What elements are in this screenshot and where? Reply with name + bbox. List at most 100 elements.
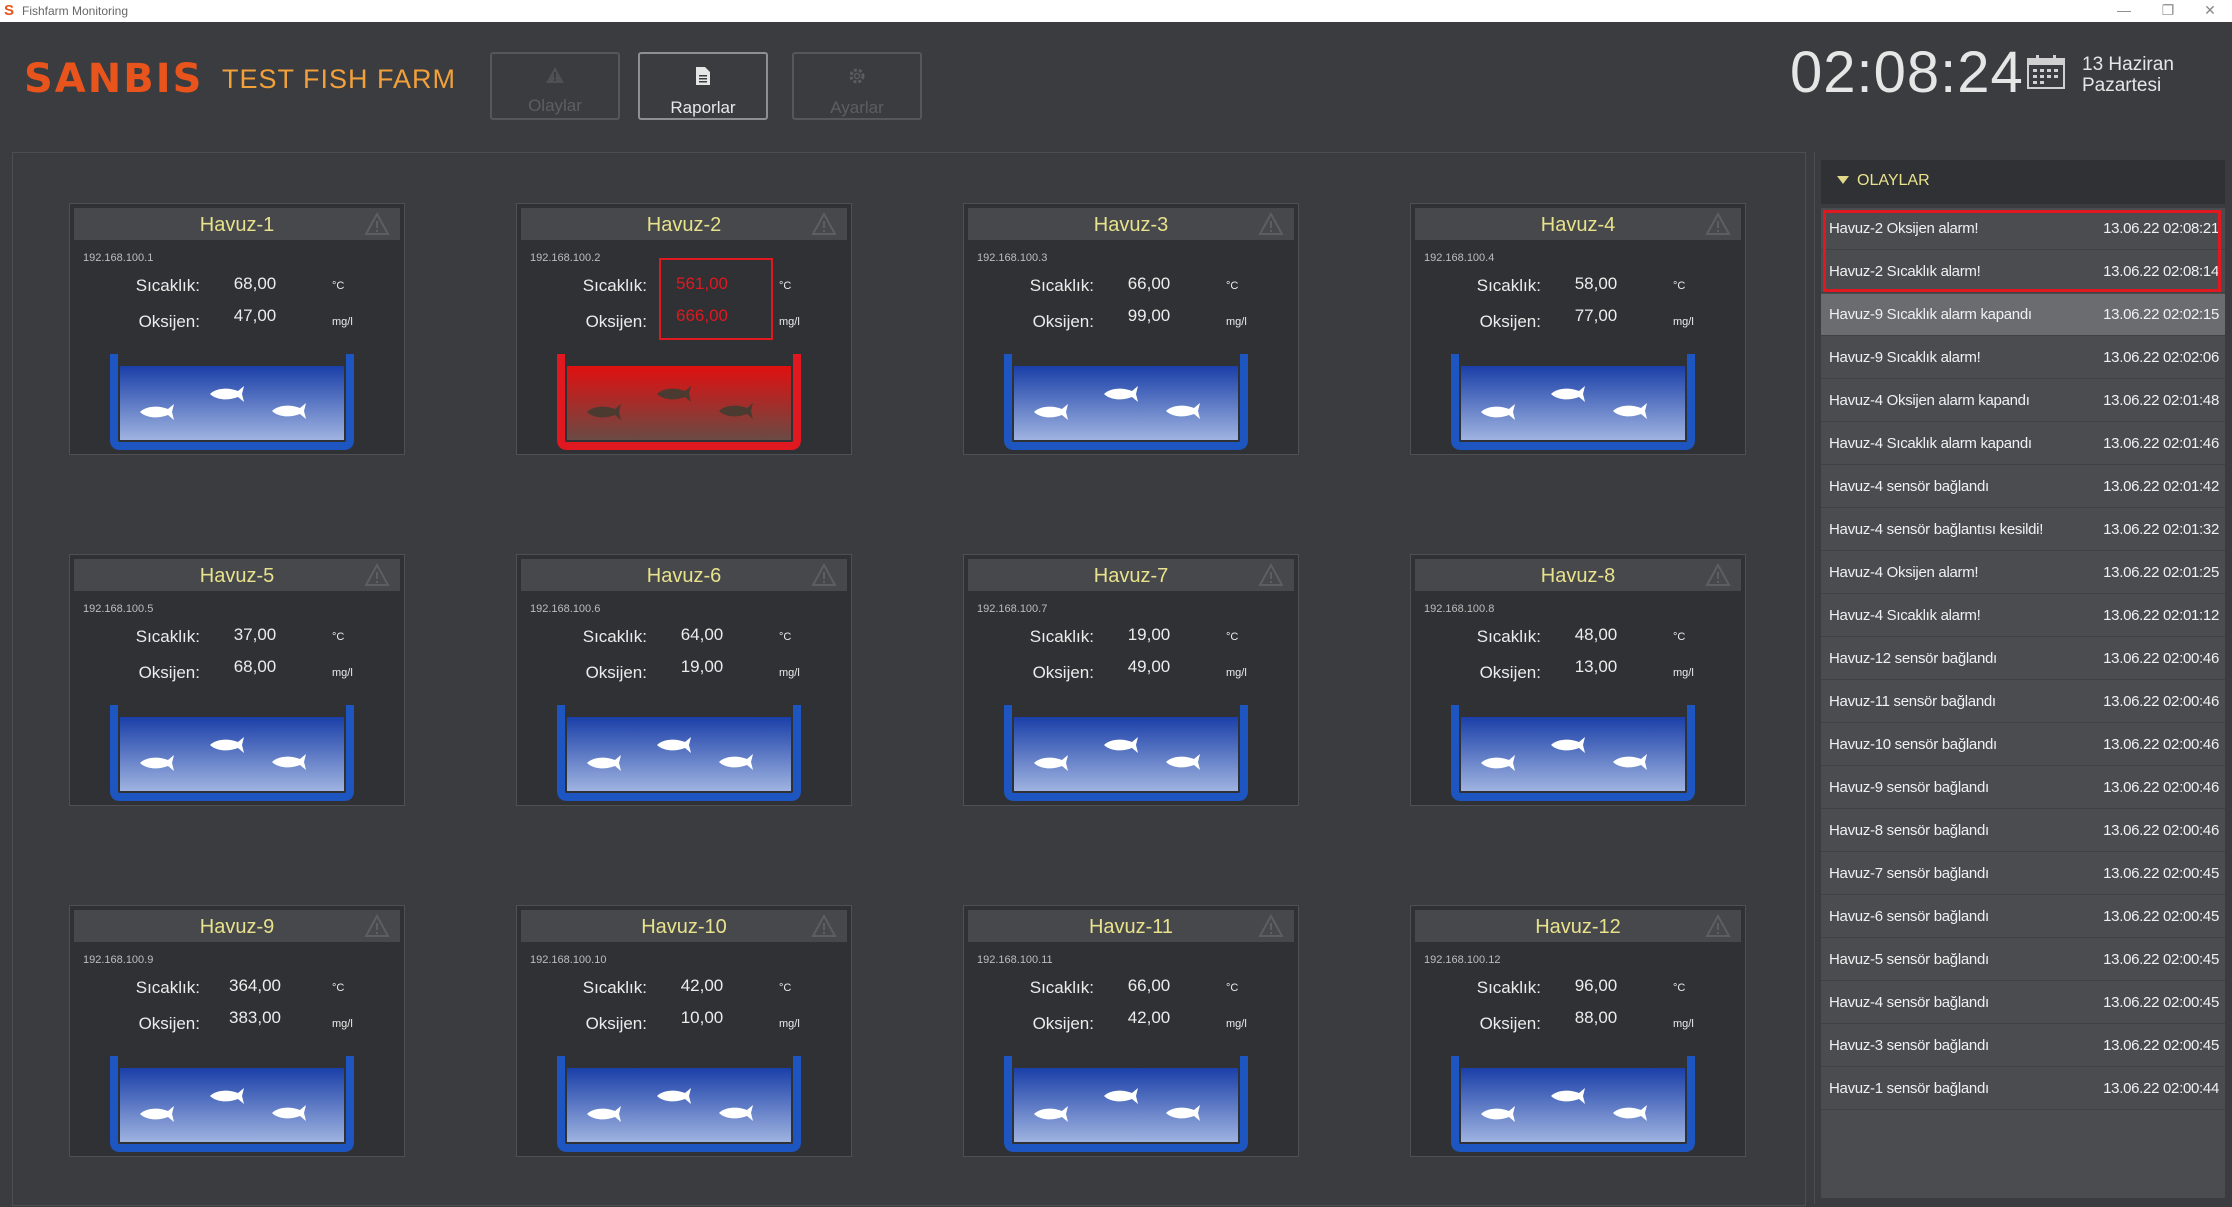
event-row[interactable]: Havuz-4 Oksijen alarm kapandı 13.06.22 02… [1821,380,2225,422]
pool-ip: 192.168.100.5 [83,603,154,615]
pool-name: Havuz-7 [1093,565,1169,587]
pool-card[interactable]: Havuz-2 192.168.100.2 Sıcaklık: 561,00 °C Oks… [516,203,852,455]
event-timestamp: 13.06.22 02:01:12 [2103,607,2219,624]
farm-name: TEST FISH FARM [222,64,457,94]
event-text: Havuz-5 sensör bağlandı [1829,951,1989,968]
event-timestamp: 13.06.22 02:01:46 [2103,435,2219,452]
temp-value: 48,00 [1574,625,1618,644]
app-header: SANBIS TEST FISH FARM Olaylar Raporlar A… [0,22,2232,150]
temp-label: Sıcaklık: [1476,978,1541,997]
pool-card[interactable]: Havuz-5 192.168.100.5 Sıcaklık: 37,00 °C Oksi… [69,554,405,806]
event-row[interactable]: Havuz-7 sensör bağlandı 13.06.22 02:00:45 [1821,853,2225,895]
event-text: Havuz-12 sensör bağlandı [1829,650,1997,667]
date-weekday: Pazartesi [2082,75,2162,96]
warning-icon [364,212,390,235]
temp-label: Sıcaklık: [1029,276,1094,295]
event-row[interactable]: Havuz-3 sensör bağlandı 13.06.22 02:00:45 [1821,1025,2225,1067]
event-row[interactable]: Havuz-9 Sıcaklık alarm! 13.06.22 02:02:06 [1821,337,2225,379]
event-text: Havuz-2 Sıcaklık alarm! [1829,263,1981,280]
pool-header: Havuz-5 [74,559,400,591]
oxy-label: Oksijen: [1032,1014,1094,1033]
temp-unit: °C [1673,631,1686,643]
pool-header: Havuz-9 [74,910,400,942]
event-timestamp: 13.06.22 02:00:46 [2103,736,2219,753]
event-text: Havuz-7 sensör bağlandı [1829,865,1989,882]
oxy-label: Oksijen: [138,312,200,331]
oxy-value: 68,00 [233,657,277,676]
settings-button-label: Ayarlar [830,98,884,117]
event-row[interactable]: Havuz-4 Oksijen alarm! 13.06.22 02:01:25 [1821,552,2225,594]
oxy-unit: mg/l [1673,667,1694,679]
event-row[interactable]: Havuz-10 sensör bağlandı 13.06.22 02:00:4… [1821,724,2225,766]
event-row[interactable]: Havuz-5 sensör bağlandı 13.06.22 02:00:45 [1821,939,2225,981]
pool-card[interactable]: Havuz-6 192.168.100.6 Sıcaklık: 64,00 °C Oksi… [516,554,852,806]
pool-header: Havuz-7 [968,559,1294,591]
oxy-value: 88,00 [1574,1008,1618,1027]
event-row[interactable]: Havuz-8 sensör bağlandı 13.06.22 02:00:46 [1821,810,2225,852]
event-row[interactable]: Havuz-9 sensör bağlandı 13.06.22 02:00:46 [1821,767,2225,809]
event-row[interactable]: Havuz-4 sensör bağlantısı kesildi! 13.06.… [1821,509,2225,551]
oxy-label: Oksijen: [1479,1014,1541,1033]
event-text: Havuz-6 sensör bağlandı [1829,908,1989,925]
event-timestamp: 13.06.22 02:01:25 [2103,564,2219,581]
event-row[interactable]: Havuz-4 sensör bağlandı 13.06.22 02:00:45 [1821,982,2225,1024]
event-row[interactable]: Havuz-9 Sıcaklık alarm kapandı 13.06.22 0… [1821,294,2225,336]
settings-button[interactable]: Ayarlar [792,52,922,120]
event-timestamp: 13.06.22 02:00:46 [2103,822,2219,839]
pool-card[interactable]: Havuz-1 192.168.100.1 Sıcaklık: 68,00 °C Oksi… [69,203,405,455]
temp-unit: °C [779,982,792,994]
event-timestamp: 13.06.22 02:08:21 [2103,220,2219,237]
oxy-label: Oksijen: [585,1014,647,1033]
pool-card[interactable]: Havuz-8 192.168.100.8 Sıcaklık: 48,00 °C Oksi… [1410,554,1746,806]
restore-button[interactable]: ❐ [2148,2,2188,19]
pool-card[interactable]: Havuz-7 192.168.100.7 Sıcaklık: 19,00 °C Oksi… [963,554,1299,806]
event-row[interactable]: Havuz-4 sensör bağlandı 13.06.22 02:01:42 [1821,466,2225,508]
warning-icon [1258,563,1284,586]
event-timestamp: 13.06.22 02:01:48 [2103,392,2219,409]
oxy-value: 99,00 [1127,306,1171,325]
event-text: Havuz-4 Oksijen alarm kapandı [1829,392,2030,409]
event-text: Havuz-3 sensör bağlandı [1829,1037,1989,1054]
temp-unit: °C [779,631,792,643]
event-row[interactable]: Havuz-2 Sıcaklık alarm! 13.06.22 02:08:14 [1821,251,2225,293]
event-row[interactable]: Havuz-4 Sıcaklık alarm kapandı 13.06.22 0… [1821,423,2225,465]
event-row[interactable]: Havuz-1 sensör bağlandı 13.06.22 02:00:44 [1821,1068,2225,1110]
pool-header: Havuz-6 [521,559,847,591]
event-row[interactable]: Havuz-4 Sıcaklık alarm! 13.06.22 02:01:12 [1821,595,2225,637]
temp-value: 96,00 [1574,976,1618,995]
pool-card[interactable]: Havuz-3 192.168.100.3 Sıcaklık: 66,00 °C Oksi… [963,203,1299,455]
oxy-label: Oksijen: [1032,312,1094,331]
pool-card[interactable]: Havuz-11 192.168.100.11 Sıcaklık: 66,00 °C Ok… [963,905,1299,1157]
pool-card[interactable]: Havuz-9 192.168.100.9 Sıcaklık: 364,00 °C Oks… [69,905,405,1157]
reports-button-label: Raporlar [670,98,736,117]
oxy-unit: mg/l [779,316,800,328]
event-text: Havuz-2 Oksijen alarm! [1829,220,1979,237]
pool-card[interactable]: Havuz-10 192.168.100.10 Sıcaklık: 42,00 °C Ok… [516,905,852,1157]
warning-icon [811,914,837,937]
oxy-value: 383,00 [229,1008,281,1027]
pool-card[interactable]: Havuz-4 192.168.100.4 Sıcaklık: 58,00 °C Oksi… [1410,203,1746,455]
pool-name: Havuz-8 [1540,565,1616,587]
events-header[interactable]: OLAYLAR [1821,160,2225,204]
event-row[interactable]: Havuz-11 sensör bağlandı 13.06.22 02:00:4… [1821,681,2225,723]
tank-illustration [557,705,801,801]
event-row[interactable]: Havuz-6 sensör bağlandı 13.06.22 02:00:45 [1821,896,2225,938]
pool-ip: 192.168.100.2 [530,252,601,264]
event-text: Havuz-10 sensör bağlandı [1829,736,1997,753]
pool-ip: 192.168.100.12 [1424,954,1501,966]
events-button[interactable]: Olaylar [490,52,620,120]
close-button[interactable]: ✕ [2190,2,2230,19]
event-timestamp: 13.06.22 02:00:45 [2103,951,2219,968]
window-title: Fishfarm Monitoring [22,4,129,18]
pool-name: Havuz-1 [199,214,275,236]
pool-card[interactable]: Havuz-12 192.168.100.12 Sıcaklık: 96,00 °C Ok… [1410,905,1746,1157]
minimize-button[interactable]: — [2104,2,2144,18]
event-row[interactable]: Havuz-12 sensör bağlandı 13.06.22 02:00:4… [1821,638,2225,680]
events-list[interactable]: Havuz-2 Oksijen alarm! 13.06.22 02:08:21 H… [1821,208,2225,1198]
warning-icon [1705,914,1731,937]
event-row[interactable]: Havuz-2 Oksijen alarm! 13.06.22 02:08:21 [1821,208,2225,250]
warning-icon [1258,914,1284,937]
oxy-value: 49,00 [1127,657,1171,676]
reports-button[interactable]: Raporlar [638,52,768,120]
brand-logo: SANBIS [24,56,204,102]
